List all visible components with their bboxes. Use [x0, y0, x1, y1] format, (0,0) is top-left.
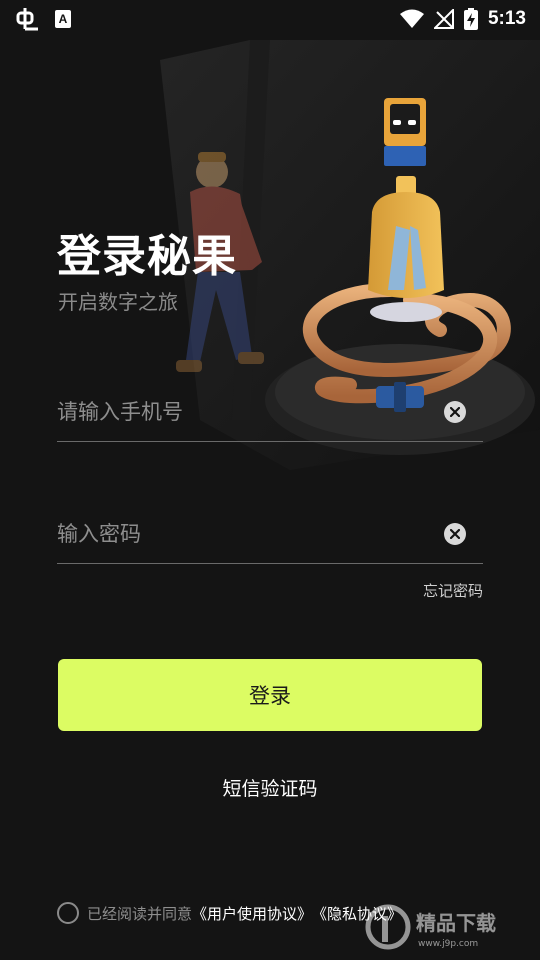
- no-signal-icon: [433, 9, 454, 29]
- forgot-password-link[interactable]: 忘记密码: [423, 580, 483, 601]
- agreement-row: 已经阅读并同意 《用户使用协议》 《隐私协议》: [57, 902, 402, 924]
- status-right-icons: 5:13: [399, 8, 526, 30]
- user-agreement-link[interactable]: 《用户使用协议》: [192, 903, 312, 924]
- status-bar: A 5:13: [0, 0, 540, 38]
- accessibility-a-icon: A: [54, 9, 72, 29]
- login-button[interactable]: 登录: [58, 659, 482, 731]
- clear-password-icon[interactable]: [444, 522, 466, 545]
- clear-phone-icon[interactable]: [444, 400, 466, 423]
- svg-text:A: A: [59, 12, 68, 26]
- wifi-icon: [399, 9, 424, 29]
- watermark-url: www.j9p.com: [418, 939, 478, 949]
- agreement-checkbox[interactable]: [57, 902, 79, 924]
- background-illustration: [160, 40, 540, 470]
- status-left-icons: A: [14, 7, 72, 31]
- status-time: 5:13: [487, 8, 526, 29]
- password-field: [57, 504, 483, 564]
- password-input[interactable]: [57, 504, 444, 563]
- page-title: 登录秘果: [57, 231, 237, 282]
- battery-charging-icon: [463, 8, 478, 30]
- watermark: 精品下载 www.j9p.com: [364, 900, 534, 954]
- phone-field: [57, 382, 483, 442]
- sms-code-login-link[interactable]: 短信验证码: [0, 774, 540, 801]
- app-bug-icon: [14, 7, 40, 31]
- agreement-prefix: 已经阅读并同意: [87, 904, 193, 923]
- watermark-text: 精品下载: [416, 911, 496, 935]
- phone-input[interactable]: [57, 382, 444, 441]
- page-subtitle: 开启数字之旅: [58, 290, 178, 314]
